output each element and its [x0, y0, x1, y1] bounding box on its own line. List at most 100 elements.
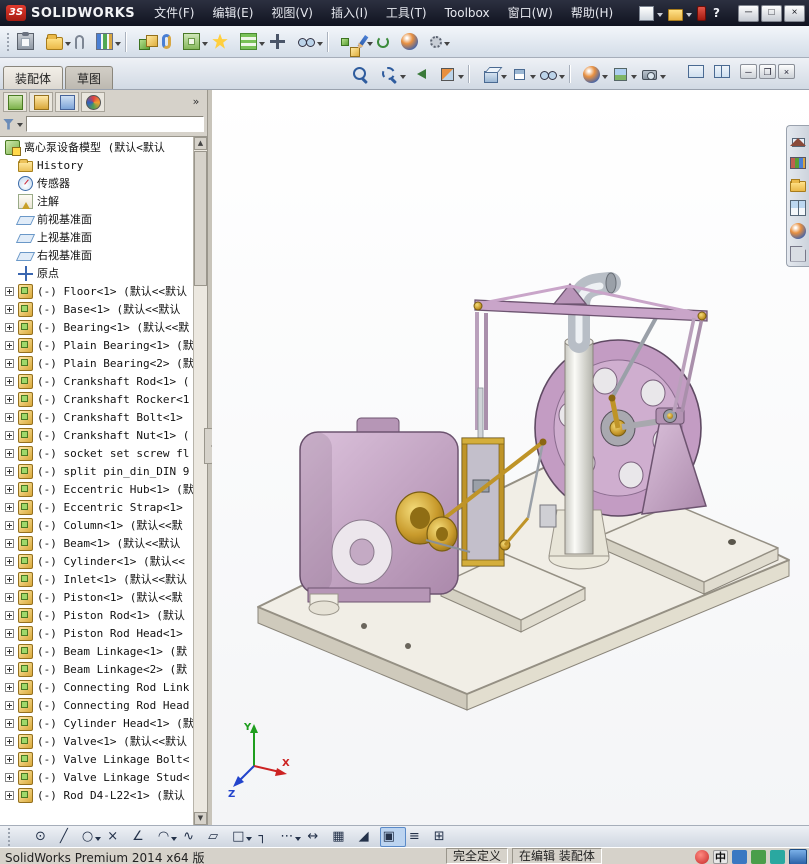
close-button[interactable]: × — [784, 4, 805, 22]
tree-item[interactable]: 前视基准面 — [0, 210, 193, 228]
propertymanager-tab-icon[interactable] — [29, 92, 53, 112]
mate-icon[interactable] — [160, 29, 181, 55]
circle-icon[interactable]: ○ — [79, 827, 104, 847]
menu-item[interactable]: 编辑(E) — [203, 0, 262, 26]
convert-entities-icon[interactable]: ◢ — [356, 827, 380, 847]
filter-funnel-icon[interactable] — [3, 118, 14, 130]
separator[interactable] — [325, 29, 339, 55]
component-columns-icon[interactable] — [94, 29, 123, 55]
view-palette-icon[interactable] — [789, 198, 808, 217]
grid-snap-icon[interactable]: ≡ — [406, 827, 431, 847]
tree-item[interactable]: (-) Rod D4-L22<1> (默认 — [0, 786, 193, 804]
edit-appearance-icon[interactable] — [581, 62, 610, 86]
assembly-model[interactable] — [212, 90, 809, 825]
smart-dimension-icon[interactable]: ↔ — [304, 827, 329, 847]
tree-item[interactable]: (-) Valve<1> (默认<<默认 — [0, 732, 193, 750]
expander-icon[interactable] — [5, 790, 14, 800]
pane-layout-icon[interactable] — [714, 65, 730, 78]
expander-icon[interactable] — [5, 574, 14, 584]
expander-icon[interactable] — [5, 718, 14, 728]
expander-icon[interactable] — [5, 412, 14, 422]
tree-item[interactable]: (-) Cylinder Head<1> (默 — [0, 714, 193, 732]
menu-item[interactable]: 工具(T) — [377, 0, 436, 26]
tree-item[interactable]: (-) Connecting Rod Head — [0, 696, 193, 714]
restore-document-button[interactable]: ❐ — [759, 64, 776, 79]
tree-item[interactable]: (-) split pin_din_DIN 9 — [0, 462, 193, 480]
tree-item[interactable]: (-) Beam Linkage<1> (默 — [0, 642, 193, 660]
expander-icon[interactable] — [5, 358, 14, 368]
custom-properties-icon[interactable] — [789, 244, 808, 263]
expander-icon[interactable] — [5, 286, 14, 296]
minimize-document-button[interactable]: ─ — [740, 64, 757, 79]
tree-item[interactable]: 注解 — [0, 192, 193, 210]
chevron-down-icon[interactable] — [657, 12, 663, 20]
chevron-down-icon[interactable] — [686, 12, 692, 20]
open-document-icon[interactable] — [668, 8, 683, 21]
menu-item[interactable]: 视图(V) — [262, 0, 322, 26]
rebuild-icon[interactable] — [375, 29, 399, 55]
chevron-down-icon[interactable] — [17, 122, 23, 130]
smart-fasteners-icon[interactable] — [210, 29, 238, 55]
sketch-point-icon[interactable]: ⊙ — [32, 827, 57, 847]
tree-item[interactable]: (-) socket set screw fl — [0, 444, 193, 462]
tree-item[interactable]: (-) Plain Bearing<1> (默 — [0, 336, 193, 354]
options-gear-icon[interactable] — [428, 29, 452, 55]
menu-item[interactable]: 插入(I) — [322, 0, 377, 26]
commandmanager-tab[interactable]: 装配体 — [3, 66, 64, 89]
tree-item[interactable]: (-) Eccentric Hub<1> (默 — [0, 480, 193, 498]
tree-item[interactable]: (-) Bearing<1> (默认<<默 — [0, 318, 193, 336]
separator[interactable] — [466, 62, 480, 86]
tree-item[interactable]: (-) Valve Linkage Stud< — [0, 768, 193, 786]
line-icon[interactable]: ╱ — [57, 827, 79, 847]
sketch-icon[interactable] — [357, 29, 375, 55]
ime-red-icon[interactable] — [695, 849, 709, 864]
file-explorer-icon[interactable] — [789, 175, 808, 194]
spline-icon[interactable]: ∿ — [180, 827, 205, 847]
menu-item[interactable]: 文件(F) — [145, 0, 203, 26]
open-document-icon[interactable] — [44, 29, 73, 55]
assembly-features-icon[interactable] — [181, 29, 210, 55]
table-icon[interactable]: ⊞ — [431, 827, 456, 847]
tree-scrollbar[interactable] — [193, 137, 207, 825]
menu-item[interactable]: 帮助(H) — [562, 0, 622, 26]
tree-item[interactable]: (-) Inlet<1> (默认<<默认 — [0, 570, 193, 588]
menu-item[interactable]: 窗口(W) — [499, 0, 562, 26]
expander-icon[interactable] — [5, 430, 14, 440]
apply-scene-icon[interactable] — [610, 62, 639, 86]
tree-item[interactable]: (-) Piston Rod<1> (默认 — [0, 606, 193, 624]
expander-icon[interactable] — [5, 340, 14, 350]
tree-item[interactable]: (-) Plain Bearing<2> (默 — [0, 354, 193, 372]
tree-item[interactable]: (-) Column<1> (默认<<默 — [0, 516, 193, 534]
expander-icon[interactable] — [5, 592, 14, 602]
expander-icon[interactable] — [5, 610, 14, 620]
move-component-icon[interactable] — [267, 29, 296, 55]
help-icon[interactable]: ? — [709, 6, 724, 21]
tree-item[interactable]: (-) Base<1> (默认<<默认 — [0, 300, 193, 318]
filter-input[interactable] — [26, 116, 204, 132]
corner-rectangle-icon[interactable]: ┐ — [255, 827, 277, 847]
expander-icon[interactable] — [5, 538, 14, 548]
tree-item[interactable]: (-) Piston Rod Head<1> — [0, 624, 193, 642]
tree-item[interactable]: (-) Crankshaft Rocker<1 — [0, 390, 193, 408]
tree-item[interactable]: (-) Beam<1> (默认<<默认 — [0, 534, 193, 552]
offset-entities-icon[interactable]: ▣ — [379, 826, 406, 847]
section-view-icon[interactable] — [437, 62, 466, 86]
expander-icon[interactable] — [5, 556, 14, 566]
expander-icon[interactable] — [5, 772, 14, 782]
expander-icon[interactable] — [5, 322, 14, 332]
tree-item[interactable]: (-) Crankshaft Nut<1> ( — [0, 426, 193, 444]
design-library-icon[interactable] — [789, 152, 808, 171]
tray-icon-blue[interactable] — [732, 849, 747, 864]
tree-item[interactable]: History — [0, 156, 193, 174]
featuremanager-tree-tab-icon[interactable] — [3, 92, 27, 112]
edit-appearance-icon[interactable] — [399, 29, 428, 55]
expander-icon[interactable] — [5, 376, 14, 386]
expander-icon[interactable] — [5, 304, 14, 314]
scroll-up-arrow[interactable] — [194, 137, 207, 150]
rectangle-icon[interactable]: □ — [229, 827, 255, 847]
tree-item[interactable]: 右视基准面 — [0, 246, 193, 264]
display-style-icon[interactable] — [509, 62, 538, 86]
linear-sketch-pattern-icon[interactable]: ⋯ — [277, 827, 304, 847]
tray-icon-teal[interactable] — [770, 849, 785, 864]
tree-item[interactable]: (-) Floor<1> (默认<<默认 — [0, 282, 193, 300]
